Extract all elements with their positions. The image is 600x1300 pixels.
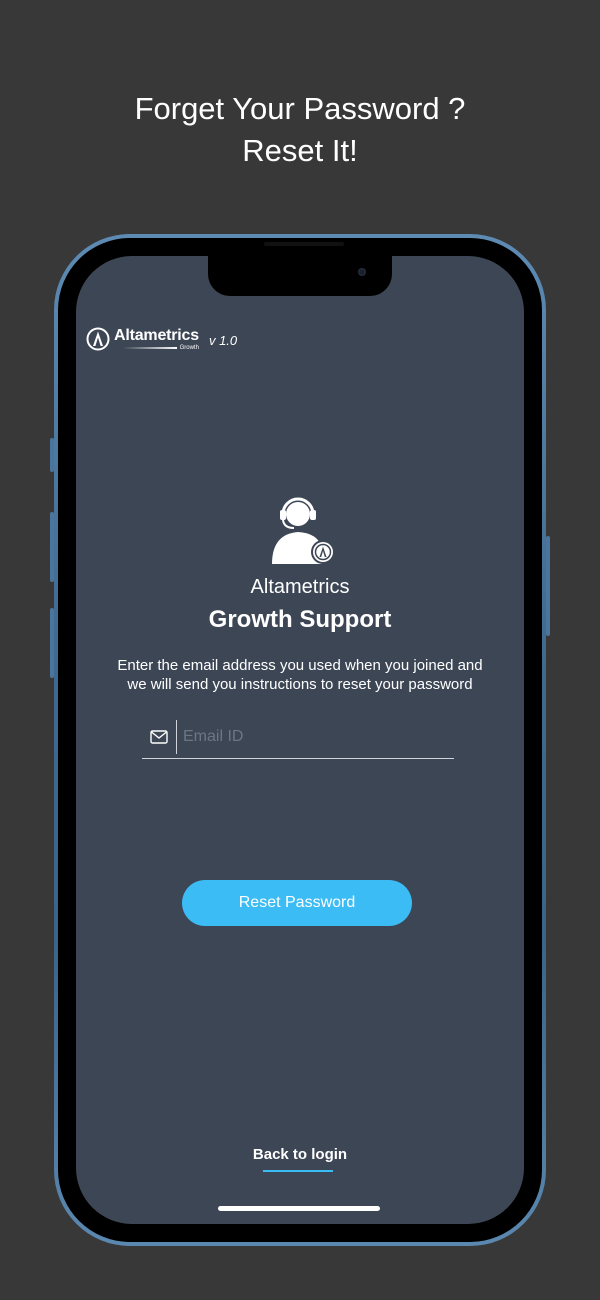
- email-input[interactable]: [183, 722, 454, 752]
- version-label: v 1.0: [208, 332, 238, 348]
- headline-line-2: Reset It!: [242, 133, 358, 168]
- marketing-headline: Forget Your Password ? Reset It!: [0, 88, 600, 172]
- brand-subline: Growth: [114, 345, 199, 351]
- phone-screen: Altametrics Growth v 1.0 Altametrics Gro…: [76, 256, 524, 1224]
- headline-line-1: Forget Your Password ?: [134, 91, 466, 126]
- input-divider: [176, 720, 177, 754]
- brand-wordmark: Altametrics Growth: [114, 326, 199, 351]
- phone-frame: Altametrics Growth v 1.0 Altametrics Gro…: [54, 234, 546, 1246]
- notch: [208, 256, 392, 296]
- brand-swoosh: [122, 346, 177, 349]
- brand-header: Altametrics Growth v 1.0: [86, 324, 237, 354]
- brand-sub-label: Growth: [179, 344, 199, 351]
- home-indicator[interactable]: [218, 1206, 380, 1211]
- support-title: Growth Support: [208, 606, 392, 633]
- speaker-grille: [264, 242, 344, 246]
- brand-name: Altametrics: [114, 326, 199, 344]
- reset-password-button[interactable]: Reset Password: [182, 880, 412, 926]
- back-to-login-wrapper: Back to login: [76, 1146, 524, 1167]
- company-name: Altametrics: [250, 576, 350, 598]
- support-agent-icon: [272, 497, 335, 564]
- front-camera: [358, 268, 366, 276]
- email-field-row: [142, 716, 454, 759]
- phone-bezel: Altametrics Growth v 1.0 Altametrics Gro…: [58, 238, 542, 1242]
- back-to-login-underline: [263, 1170, 333, 1172]
- power-button: [546, 536, 550, 636]
- altametrics-logo-icon: [86, 327, 110, 351]
- instructions-text: Enter the email address you used when yo…: [117, 657, 483, 693]
- mail-icon: [150, 730, 168, 744]
- back-to-login-link[interactable]: Back to login: [253, 1146, 347, 1167]
